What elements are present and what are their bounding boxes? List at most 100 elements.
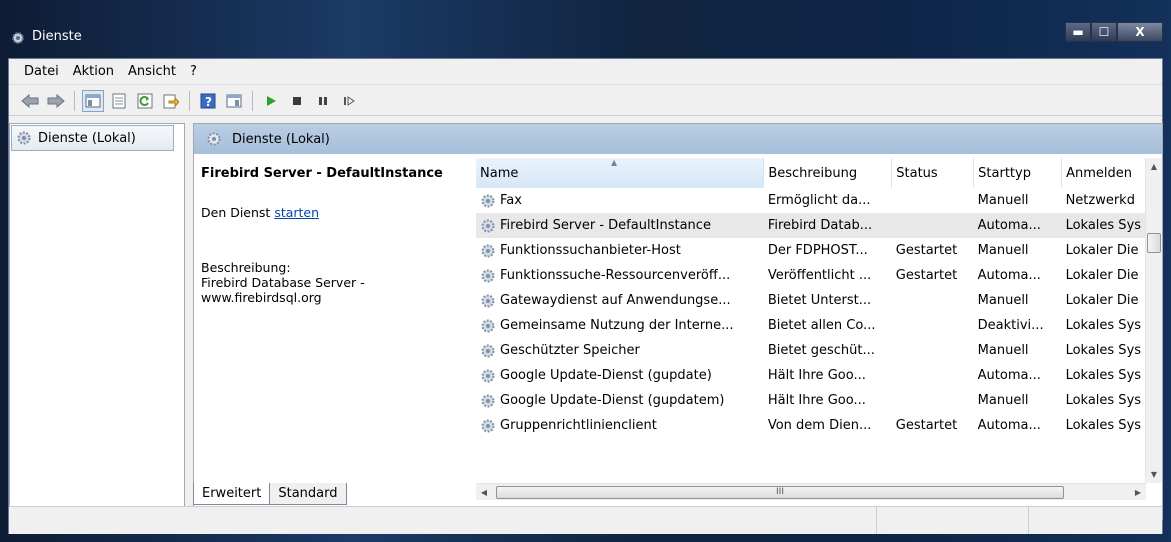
cell-status[interactable]	[892, 188, 974, 213]
table-row[interactable]: Gatewaydienst auf Anwendungse... Bietet U…	[476, 288, 1162, 313]
cell-status[interactable]	[892, 388, 974, 413]
cell-beschreibung[interactable]: Von dem Dien...	[764, 413, 892, 438]
cell-name[interactable]: Firebird Server - DefaultInstance	[476, 213, 764, 238]
table-row[interactable]: Geschützter Speicher Bietet geschüt... Man…	[476, 338, 1162, 363]
export-list-icon[interactable]	[160, 90, 182, 112]
cell-starttyp[interactable]: Manuell	[974, 388, 1062, 413]
menu-ansicht[interactable]: Ansicht	[121, 64, 183, 79]
properties-icon[interactable]	[108, 90, 130, 112]
horizontal-scroll-thumb[interactable]: III	[496, 486, 1064, 499]
cell-status[interactable]: Gestartet	[892, 238, 974, 263]
table-row[interactable]: Funktionssuche-Ressourcenveröff... Veröff…	[476, 263, 1162, 288]
pane-header: Dienste (Lokal)	[194, 124, 1162, 154]
title-bar[interactable]: Dienste ▬ ☐ X	[0, 0, 1171, 58]
scroll-left-icon[interactable]: ◀	[476, 484, 492, 501]
show-hide-console-tree-icon[interactable]	[82, 89, 104, 112]
cell-starttyp[interactable]: Deaktivi...	[974, 313, 1062, 338]
cell-name[interactable]: Funktionssuche-Ressourcenveröff...	[476, 263, 764, 288]
column-header-status[interactable]: Status	[891, 158, 975, 188]
cell-name[interactable]: Gruppenrichtlinienclient	[476, 413, 764, 438]
cell-status[interactable]	[892, 313, 974, 338]
cell-name[interactable]: Gatewaydienst auf Anwendungse...	[476, 288, 764, 313]
cell-status[interactable]	[892, 363, 974, 388]
services-gear-icon	[17, 131, 31, 145]
close-button[interactable]: X	[1117, 22, 1163, 42]
cell-beschreibung[interactable]: Firebird Datab...	[763, 213, 892, 238]
table-row[interactable]: Google Update-Dienst (gupdate) Hält Ihre …	[476, 363, 1162, 388]
cell-beschreibung[interactable]: Hält Ihre Goo...	[764, 388, 892, 413]
cell-starttyp[interactable]: Automa...	[974, 263, 1062, 288]
maximize-button[interactable]: ☐	[1091, 22, 1117, 42]
selected-service-name: Firebird Server - DefaultInstance	[201, 166, 443, 181]
service-name: Fax	[500, 193, 522, 208]
cell-beschreibung[interactable]: Bietet allen Co...	[764, 313, 892, 338]
cell-name[interactable]: Geschützter Speicher	[476, 338, 764, 363]
start-service-link[interactable]: starten	[274, 205, 319, 220]
table-row[interactable]: Gruppenrichtlinienclient Von dem Dien... G…	[476, 413, 1162, 438]
column-header-beschreibung[interactable]: Beschreibung	[763, 158, 893, 188]
status-bar	[9, 506, 1162, 534]
menu-aktion[interactable]: Aktion	[66, 64, 121, 79]
cell-status[interactable]: Gestartet	[892, 263, 974, 288]
services-gear-icon	[207, 132, 221, 146]
cell-starttyp[interactable]: Automa...	[974, 363, 1062, 388]
help-icon[interactable]: ?	[197, 90, 219, 112]
menu-datei[interactable]: Datei	[17, 64, 66, 79]
tab-erweitert[interactable]: Erweitert	[193, 483, 271, 505]
cell-beschreibung[interactable]: Hält Ihre Goo...	[764, 363, 892, 388]
tab-standard[interactable]: Standard	[269, 483, 347, 505]
refresh-icon[interactable]	[134, 90, 156, 112]
scroll-right-icon[interactable]: ▶	[1130, 484, 1146, 501]
cell-name[interactable]: Google Update-Dienst (gupdate)	[476, 363, 764, 388]
cell-name[interactable]: Fax	[476, 188, 764, 213]
pane-title: Dienste (Lokal)	[232, 131, 330, 147]
description-text: Firebird Database Server - www.firebirds…	[201, 275, 365, 305]
cell-name[interactable]: Google Update-Dienst (gupdatem)	[476, 388, 764, 413]
cell-starttyp[interactable]: Automa...	[974, 413, 1062, 438]
cell-status[interactable]	[892, 338, 974, 363]
scroll-up-icon[interactable]: ▲	[1146, 158, 1162, 175]
cell-status[interactable]: Gestartet	[892, 413, 974, 438]
cell-starttyp[interactable]: Manuell	[974, 338, 1062, 363]
start-prefix: Den Dienst	[201, 205, 275, 220]
service-name: Google Update-Dienst (gupdate)	[500, 368, 712, 383]
column-header-name[interactable]: ▲ Name	[476, 158, 765, 188]
horizontal-scrollbar[interactable]: ◀ III ▶	[476, 483, 1146, 500]
table-row[interactable]: Fax Ermöglicht da... Manuell Netzwerkd	[476, 188, 1162, 213]
tree-item-dienste-lokal[interactable]: Dienste (Lokal)	[11, 125, 174, 151]
service-gear-icon	[481, 244, 495, 257]
back-icon[interactable]	[19, 90, 41, 112]
table-row[interactable]: Gemeinsame Nutzung der Interne... Bietet …	[476, 313, 1162, 338]
cell-status[interactable]	[892, 288, 974, 313]
cell-beschreibung[interactable]: Der FDPHOST...	[764, 238, 892, 263]
toolbar-separator	[189, 90, 190, 111]
cell-beschreibung[interactable]: Veröffentlicht ...	[764, 263, 892, 288]
scroll-down-icon[interactable]: ▼	[1146, 466, 1162, 483]
view-tabs: Erweitert Standard	[193, 479, 347, 505]
table-row[interactable]: Funktionssuchanbieter-Host Der FDPHOST...…	[476, 238, 1162, 263]
resume-icon[interactable]	[338, 90, 360, 112]
cell-starttyp[interactable]: Manuell	[974, 188, 1062, 213]
column-header-starttyp[interactable]: Starttyp	[973, 158, 1063, 188]
stop-icon[interactable]	[286, 90, 308, 112]
vertical-scrollbar[interactable]: ▲ ▼	[1145, 158, 1162, 483]
menu-help[interactable]: ?	[183, 64, 204, 79]
cell-name[interactable]: Gemeinsame Nutzung der Interne...	[476, 313, 764, 338]
table-row[interactable]: Google Update-Dienst (gupdatem) Hält Ihre…	[476, 388, 1162, 413]
cell-starttyp[interactable]: Automa...	[973, 213, 1062, 238]
cell-beschreibung[interactable]: Ermöglicht da...	[764, 188, 892, 213]
cell-status[interactable]	[891, 213, 974, 238]
vertical-scroll-thumb[interactable]	[1147, 233, 1161, 253]
cell-starttyp[interactable]: Manuell	[974, 288, 1062, 313]
window: Dienste ▬ ☐ X Datei Aktion Ansicht ? ? D…	[0, 0, 1171, 542]
action-pane-icon[interactable]	[223, 90, 245, 112]
play-icon[interactable]	[260, 90, 282, 112]
table-row[interactable]: Firebird Server - DefaultInstance Firebir…	[476, 213, 1162, 238]
cell-name[interactable]: Funktionssuchanbieter-Host	[476, 238, 764, 263]
forward-icon[interactable]	[45, 90, 67, 112]
pause-icon[interactable]	[312, 90, 334, 112]
cell-starttyp[interactable]: Manuell	[974, 238, 1062, 263]
cell-beschreibung[interactable]: Bietet geschüt...	[764, 338, 892, 363]
cell-beschreibung[interactable]: Bietet Unterst...	[764, 288, 892, 313]
minimize-button[interactable]: ▬	[1065, 22, 1091, 42]
